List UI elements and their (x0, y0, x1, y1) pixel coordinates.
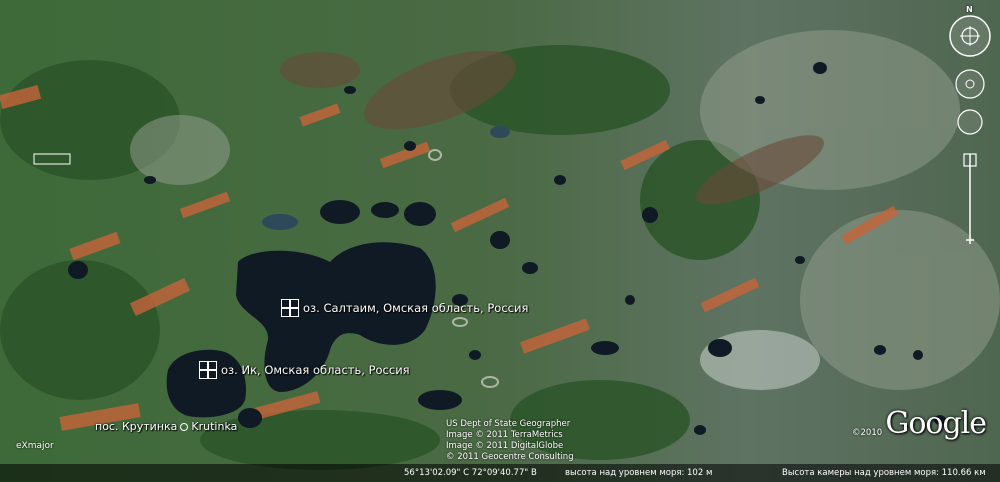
zoom-slider[interactable] (963, 153, 977, 244)
lake-ik (166, 349, 246, 418)
satellite-map[interactable]: оз. Салтаим, Омская область, Россия оз. … (0, 0, 1000, 482)
placemark-label-saltaim[interactable]: оз. Салтаим, Омская область, Россия (303, 301, 528, 315)
status-bar: 56°13'02.09" С 72°09'40.77" В высота над… (0, 464, 1000, 482)
copyright: ©2010 (852, 428, 883, 438)
credit-line: © 2011 Geocentre Consulting (446, 452, 574, 462)
placemark-ik[interactable]: оз. Ик, Омская область, Россия (199, 361, 410, 379)
imagery-credits: US Dept of State Geographer Image © 2011… (446, 419, 574, 463)
coordinates-readout: 56°13'02.09" С 72°09'40.77" В (404, 468, 537, 478)
elevation-readout: высота над уровнем моря: 102 м (565, 468, 713, 478)
compass-ring-icon[interactable] (949, 15, 991, 57)
navigation-controls[interactable] (946, 4, 994, 254)
town-marker-icon[interactable] (180, 422, 189, 431)
credit-line: Image © 2011 TerraMetrics (446, 430, 563, 440)
terrain-imagery (0, 0, 1000, 482)
placemark-saltaim[interactable]: оз. Салтаим, Омская область, Россия (281, 299, 528, 317)
town-krutinka[interactable]: пос. Крутинка Krutinka (95, 420, 237, 433)
eye-altitude-readout: Высота камеры над уровнем моря: 110.66 к… (782, 468, 986, 478)
move-joystick-icon[interactable] (957, 109, 983, 135)
google-logo: Google (885, 406, 987, 441)
town-label-ru[interactable]: пос. Крутинка (95, 420, 177, 433)
placemark-icon[interactable] (199, 361, 217, 379)
credit-line: US Dept of State Geographer (446, 419, 571, 429)
placemark-label-ik[interactable]: оз. Ик, Омская область, Россия (221, 363, 410, 377)
watermark: eXmajor (16, 441, 54, 451)
town-label-en[interactable]: Krutinka (191, 420, 237, 433)
credit-line: Image © 2011 DigitalGlobe (446, 441, 564, 451)
placemark-icon[interactable] (281, 299, 299, 317)
look-around-icon[interactable] (955, 69, 985, 99)
compass-north-label: N (966, 5, 973, 14)
